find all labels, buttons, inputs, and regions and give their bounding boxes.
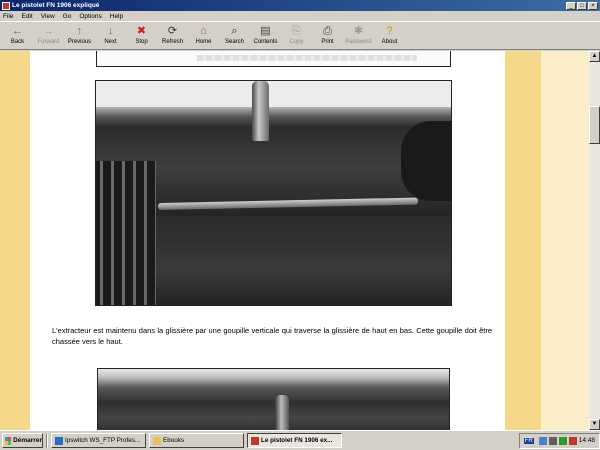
toolbar-label: About <box>381 39 398 45</box>
extractor-photo <box>95 80 452 306</box>
start-button[interactable]: Démarrer <box>2 433 43 448</box>
right-margin <box>505 51 541 430</box>
toolbar-contents-button[interactable]: ▤ Contents <box>250 25 281 45</box>
windows-logo-icon <box>5 436 12 445</box>
toolbar-label: Contents <box>253 39 278 45</box>
toolbar-search-button[interactable]: ⌕ Search <box>219 25 250 45</box>
toolbar-stop-button[interactable]: ✖ Stop <box>126 25 157 45</box>
volume-icon[interactable] <box>548 436 557 445</box>
toolbar-label: Copy <box>289 39 304 45</box>
back-icon: ← <box>12 25 23 37</box>
task-pistolet[interactable]: Le pistolet FN 1906 ex... <box>247 433 342 448</box>
task-label: Le pistolet FN 1906 ex... <box>261 437 333 444</box>
toolbar-label: Print <box>321 39 334 45</box>
antivirus-icon[interactable] <box>568 436 577 445</box>
network-icon[interactable] <box>538 436 547 445</box>
clock: 14:48 <box>578 437 595 444</box>
toolbar-print-button[interactable]: ⎙ Print <box>312 25 343 45</box>
ftp-app-icon <box>55 436 63 445</box>
title-bar: Le pistolet FN 1906 expliqué _ □ × <box>0 0 600 11</box>
start-label: Démarrer <box>13 437 42 444</box>
scroll-up-button[interactable]: ▲ <box>589 51 600 62</box>
toolbar-label: Previous <box>67 39 92 45</box>
menu-go[interactable]: Go <box>63 13 72 20</box>
toolbar-label: Forward <box>37 39 60 45</box>
toolbar-password-button: ✱ Password <box>343 25 374 45</box>
right-pale-margin <box>541 51 589 430</box>
contents-icon: ▤ <box>260 25 271 37</box>
refresh-icon: ⟳ <box>167 25 178 37</box>
previous-icon: ↑ <box>76 25 83 37</box>
task-ftp[interactable]: Ipswitch WS_FTP Profes... <box>51 433 146 448</box>
toolbar-label: Password <box>345 39 372 45</box>
password-icon: ✱ <box>353 25 364 37</box>
menu-bar: File Edit View Go Options Help <box>0 11 600 22</box>
previous-photo-bottom <box>96 51 451 67</box>
menu-view[interactable]: View <box>41 13 55 20</box>
content-area: L'extracteur est maintenu dans la glissi… <box>0 51 589 430</box>
security-icon[interactable] <box>558 436 567 445</box>
toolbar-forward-button: → Forward <box>33 25 64 45</box>
task-label: Ipswitch WS_FTP Profes... <box>65 437 141 444</box>
folder-icon <box>153 436 161 445</box>
window-title: Le pistolet FN 1906 expliqué <box>12 2 100 9</box>
forward-icon: → <box>43 25 54 37</box>
close-button[interactable]: × <box>588 1 598 10</box>
toolbar-label: Next <box>104 39 117 45</box>
left-margin <box>0 51 30 430</box>
minimize-button[interactable]: _ <box>566 1 576 10</box>
language-indicator[interactable]: FR <box>523 437 534 444</box>
task-label: Ebooks <box>163 437 185 444</box>
toolbar-home-button[interactable]: ⌂ Home <box>188 25 219 45</box>
toolbar-previous-button[interactable]: ↑ Previous <box>64 25 95 45</box>
toolbar-label: Home <box>195 39 212 45</box>
scroll-down-button[interactable]: ▼ <box>589 419 600 430</box>
ebook-app-icon <box>251 436 259 445</box>
stop-icon: ✖ <box>136 25 147 37</box>
toolbar-copy-button: ⎘ Copy <box>281 25 312 45</box>
print-icon: ⎙ <box>323 25 332 37</box>
search-icon: ⌕ <box>231 25 238 37</box>
toolbar: ← Back → Forward ↑ Previous ↓ Next ✖ Stop ⟳ Refresh… <box>0 23 600 50</box>
app-icon <box>2 1 10 10</box>
toolbar-next-button[interactable]: ↓ Next <box>95 25 126 45</box>
extractor-paragraph: L'extracteur est maintenu dans la glissi… <box>52 326 492 346</box>
toolbar-label: Search <box>224 39 244 45</box>
menu-options[interactable]: Options <box>79 13 101 20</box>
system-tray: FR 14:48 <box>518 432 600 449</box>
vertical-scrollbar[interactable]: ▲ ▼ <box>589 51 600 430</box>
toolbar-about-button[interactable]: ? About <box>374 25 405 45</box>
about-icon: ? <box>386 25 393 37</box>
task-ebooks[interactable]: Ebooks <box>149 433 244 448</box>
toolbar-refresh-button[interactable]: ⟳ Refresh <box>157 25 188 45</box>
toolbar-label: Stop <box>135 39 148 45</box>
toolbar-label: Refresh <box>161 39 183 45</box>
taskbar: Démarrer Ipswitch WS_FTP Profes... Ebook… <box>0 430 600 450</box>
home-icon: ⌂ <box>200 25 207 37</box>
scroll-thumb[interactable] <box>589 106 600 144</box>
pin-photo <box>97 368 450 430</box>
copy-icon: ⎘ <box>292 25 301 37</box>
menu-edit[interactable]: Edit <box>21 13 32 20</box>
toolbar-back-button[interactable]: ← Back <box>2 25 33 45</box>
menu-file[interactable]: File <box>3 13 13 20</box>
menu-help[interactable]: Help <box>110 13 123 20</box>
toolbar-label: Back <box>10 39 25 45</box>
maximize-button[interactable]: □ <box>577 1 587 10</box>
next-icon: ↓ <box>107 25 114 37</box>
